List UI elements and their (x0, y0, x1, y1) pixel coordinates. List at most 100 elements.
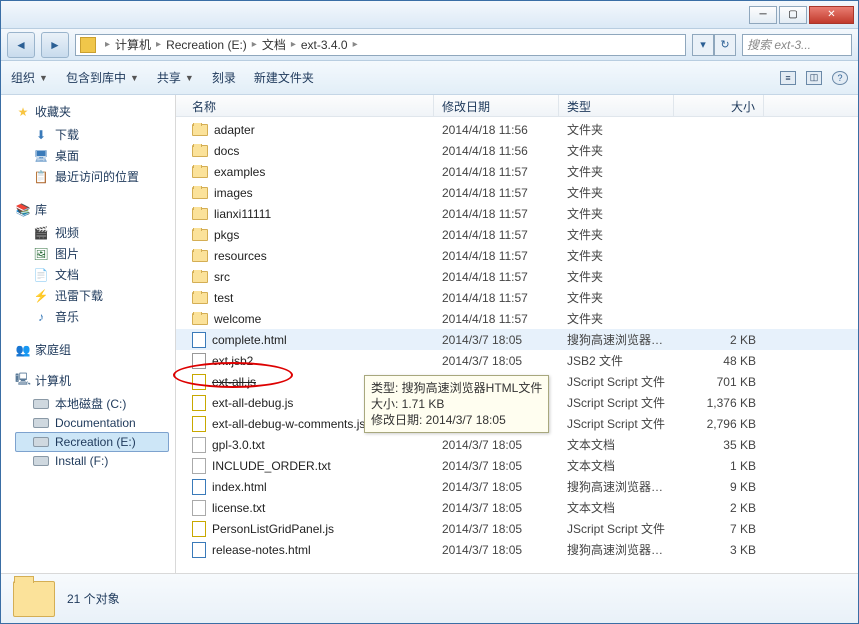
column-date[interactable]: 修改日期 (434, 95, 559, 116)
sidebar-item-videos[interactable]: 🎬视频 (15, 222, 175, 243)
close-button[interactable]: ✕ (809, 6, 854, 24)
breadcrumb-part[interactable]: 计算机 (115, 36, 151, 53)
sidebar-item-drive-f[interactable]: Install (F:) (15, 452, 175, 470)
breadcrumb-part[interactable]: Recreation (E:) (166, 38, 247, 52)
favorites-group[interactable]: ★收藏夹 (15, 103, 175, 120)
file-name-text: resources (214, 249, 267, 263)
file-row[interactable]: release-notes.html2014/3/7 18:05搜狗高速浏览器H… (176, 539, 858, 560)
file-icon (192, 353, 206, 369)
file-row[interactable]: pkgs2014/4/18 11:57文件夹 (176, 224, 858, 245)
folder-icon (192, 313, 208, 325)
file-type-cell: 文件夹 (559, 289, 674, 306)
forward-button[interactable]: ► (41, 32, 69, 58)
file-row[interactable]: welcome2014/4/18 11:57文件夹 (176, 308, 858, 329)
sidebar: ★收藏夹 ⬇下载 🖥桌面 📋最近访问的位置 📚库 🎬视频 🖼图片 📄文档 ⚡迅雷… (1, 95, 176, 573)
file-name-text: welcome (214, 312, 261, 326)
file-row[interactable]: lianxi111112014/4/18 11:57文件夹 (176, 203, 858, 224)
file-name-cell: welcome (184, 312, 434, 326)
homegroup-group[interactable]: 👥家庭组 (15, 341, 175, 358)
file-type-cell: 文件夹 (559, 268, 674, 285)
folder-icon (192, 229, 208, 241)
file-row[interactable]: adapter2014/4/18 11:56文件夹 (176, 119, 858, 140)
preview-pane-icon[interactable]: ◫ (806, 71, 822, 85)
tooltip: 类型: 搜狗高速浏览器HTML文件 大小: 1.71 KB 修改日期: 2014… (364, 375, 549, 433)
minimize-button[interactable]: ─ (749, 6, 777, 24)
file-list[interactable]: adapter2014/4/18 11:56文件夹docs2014/4/18 1… (176, 117, 858, 573)
folder-icon (192, 187, 208, 199)
search-input[interactable]: 搜索 ext-3... (742, 34, 852, 56)
libraries-group[interactable]: 📚库 (15, 201, 175, 218)
sidebar-item-music[interactable]: ♪音乐 (15, 306, 175, 327)
file-row[interactable]: complete.html2014/3/7 18:05搜狗高速浏览器H...2 … (176, 329, 858, 350)
dropdown-button[interactable]: ▾ (692, 34, 714, 56)
file-row[interactable]: docs2014/4/18 11:56文件夹 (176, 140, 858, 161)
help-icon[interactable]: ? (832, 71, 848, 85)
file-name-text: ext-all-debug.js (212, 396, 293, 410)
thunder-icon: ⚡ (33, 288, 49, 304)
file-name-text: lianxi11111 (214, 207, 271, 221)
folder-icon (80, 37, 96, 53)
back-button[interactable]: ◄ (7, 32, 35, 58)
view-icon[interactable]: ≡ (780, 71, 796, 85)
file-type-cell: 文件夹 (559, 247, 674, 264)
computer-group[interactable]: 🖳计算机 (15, 372, 175, 389)
breadcrumb-part[interactable]: ext-3.4.0 (301, 38, 348, 52)
file-icon (192, 416, 206, 432)
file-name-text: examples (214, 165, 265, 179)
file-row[interactable]: src2014/4/18 11:57文件夹 (176, 266, 858, 287)
file-row[interactable]: index.html2014/3/7 18:05搜狗高速浏览器H...9 KB (176, 476, 858, 497)
file-row[interactable]: examples2014/4/18 11:57文件夹 (176, 161, 858, 182)
file-name-cell: index.html (184, 479, 434, 495)
file-name-cell: images (184, 186, 434, 200)
sidebar-item-pictures[interactable]: 🖼图片 (15, 243, 175, 264)
sidebar-item-recent[interactable]: 📋最近访问的位置 (15, 166, 175, 187)
file-size-cell: 701 KB (674, 375, 764, 389)
sidebar-item-drive-e[interactable]: Recreation (E:) (15, 432, 169, 452)
sidebar-item-drive-c[interactable]: 本地磁盘 (C:) (15, 393, 175, 414)
file-row[interactable]: images2014/4/18 11:57文件夹 (176, 182, 858, 203)
file-date-cell: 2014/3/7 18:05 (434, 480, 559, 494)
folder-icon (13, 581, 55, 617)
file-name-text: ext-all.js (212, 375, 256, 389)
chevron-right-icon: ▸ (252, 39, 257, 50)
file-row[interactable]: INCLUDE_ORDER.txt2014/3/7 18:05文本文档1 KB (176, 455, 858, 476)
file-row[interactable]: gpl-3.0.txt2014/3/7 18:05文本文档35 KB (176, 434, 858, 455)
file-row[interactable]: PersonListGridPanel.js2014/3/7 18:05JScr… (176, 518, 858, 539)
file-name-text: license.txt (212, 501, 265, 515)
file-date-cell: 2014/4/18 11:57 (434, 228, 559, 242)
sidebar-item-desktop[interactable]: 🖥桌面 (15, 145, 175, 166)
breadcrumb-part[interactable]: 文档 (262, 36, 286, 53)
file-size-cell: 48 KB (674, 354, 764, 368)
maximize-button[interactable]: ▢ (779, 6, 807, 24)
refresh-button[interactable]: ↻ (714, 34, 736, 56)
file-size-cell: 2 KB (674, 333, 764, 347)
sidebar-item-downloads[interactable]: ⬇下载 (15, 124, 175, 145)
sidebar-item-drive-doc[interactable]: Documentation (15, 414, 175, 432)
file-name-cell: test (184, 291, 434, 305)
organize-button[interactable]: 组织▼ (11, 69, 48, 86)
tooltip-line: 大小: 1.71 KB (371, 396, 542, 412)
share-button[interactable]: 共享▼ (157, 69, 194, 86)
file-row[interactable]: ext.jsb22014/3/7 18:05JSB2 文件48 KB (176, 350, 858, 371)
file-name-text: PersonListGridPanel.js (212, 522, 334, 536)
address-box[interactable]: ▸ 计算机 ▸ Recreation (E:) ▸ 文档 ▸ ext-3.4.0… (75, 34, 686, 56)
column-type[interactable]: 类型 (559, 95, 674, 116)
file-row[interactable]: resources2014/4/18 11:57文件夹 (176, 245, 858, 266)
column-size[interactable]: 大小 (674, 95, 764, 116)
status-text: 21 个对象 (67, 590, 120, 607)
file-name-text: ext-all-debug-w-comments.js (212, 417, 365, 431)
column-name[interactable]: 名称 (184, 95, 434, 116)
new-folder-button[interactable]: 新建文件夹 (254, 69, 314, 86)
sidebar-item-documents[interactable]: 📄文档 (15, 264, 175, 285)
include-library-button[interactable]: 包含到库中▼ (66, 69, 139, 86)
file-icon (192, 479, 206, 495)
sidebar-item-thunder[interactable]: ⚡迅雷下载 (15, 285, 175, 306)
file-row[interactable]: license.txt2014/3/7 18:05文本文档2 KB (176, 497, 858, 518)
file-row[interactable]: test2014/4/18 11:57文件夹 (176, 287, 858, 308)
folder-icon (192, 145, 208, 157)
file-date-cell: 2014/3/7 18:05 (434, 438, 559, 452)
file-name-text: images (214, 186, 253, 200)
file-type-cell: 文本文档 (559, 457, 674, 474)
file-date-cell: 2014/3/7 18:05 (434, 354, 559, 368)
burn-button[interactable]: 刻录 (212, 69, 236, 86)
